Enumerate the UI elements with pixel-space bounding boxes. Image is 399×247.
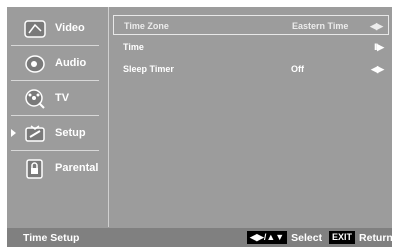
setting-row-time-zone[interactable]: Time Zone Eastern Time ◀▶ bbox=[113, 15, 389, 35]
sidebar-item-label: TV bbox=[55, 92, 70, 104]
tv-icon bbox=[23, 87, 47, 111]
setting-value: Off bbox=[291, 64, 304, 74]
sidebar-menu: Video Audio TV Setup Parental bbox=[7, 7, 107, 227]
pause-play-icon: II▶ bbox=[374, 42, 384, 52]
selection-pointer-icon bbox=[11, 129, 16, 137]
setting-value: Eastern Time bbox=[292, 21, 349, 31]
sidebar-item-label: Setup bbox=[55, 127, 86, 139]
footer-title: Time Setup bbox=[23, 232, 80, 244]
audio-icon bbox=[23, 52, 47, 76]
setting-label: Time Zone bbox=[124, 21, 169, 31]
exit-hint: EXIT Return bbox=[329, 231, 392, 244]
sidebar-item-label: Video bbox=[55, 22, 85, 34]
sidebar-item-label: Audio bbox=[55, 57, 87, 69]
divider bbox=[11, 45, 99, 46]
left-right-arrows-icon: ◀▶ bbox=[371, 64, 384, 74]
sidebar-item-video[interactable]: Video bbox=[7, 12, 107, 46]
left-right-arrows-icon: ◀▶ bbox=[370, 21, 383, 31]
select-label: Select bbox=[291, 231, 323, 244]
sidebar-item-audio[interactable]: Audio bbox=[7, 47, 107, 81]
setting-label: Time bbox=[123, 42, 144, 52]
sidebar-separator bbox=[108, 7, 109, 227]
divider bbox=[11, 80, 99, 81]
arrow-keys-icon: ◀▶/▲▼ bbox=[247, 231, 288, 244]
sidebar-item-tv[interactable]: TV bbox=[7, 82, 107, 116]
footer-bar: Time Setup ◀▶/▲▼ Select EXIT Return bbox=[7, 228, 392, 247]
tv-osd-screen: Video Audio TV Setup Parental Time Zone … bbox=[7, 7, 392, 247]
divider bbox=[11, 150, 99, 151]
sidebar-item-parental[interactable]: Parental bbox=[7, 152, 107, 186]
setting-row-sleep-timer[interactable]: Sleep Timer Off ◀▶ bbox=[113, 59, 389, 79]
setting-row-time[interactable]: Time II▶ bbox=[113, 37, 389, 57]
sidebar-item-setup[interactable]: Setup bbox=[7, 117, 107, 151]
sidebar-item-label: Parental bbox=[55, 162, 99, 174]
return-label: Return bbox=[359, 231, 392, 244]
divider bbox=[11, 115, 99, 116]
exit-key: EXIT bbox=[329, 231, 356, 244]
select-hint: ◀▶/▲▼ Select bbox=[247, 231, 322, 244]
parental-icon bbox=[23, 157, 47, 181]
settings-panel: Time Zone Eastern Time ◀▶ Time II▶ Sleep… bbox=[113, 15, 389, 81]
setting-label: Sleep Timer bbox=[123, 64, 174, 74]
video-icon bbox=[23, 17, 47, 41]
setup-icon bbox=[23, 122, 47, 146]
